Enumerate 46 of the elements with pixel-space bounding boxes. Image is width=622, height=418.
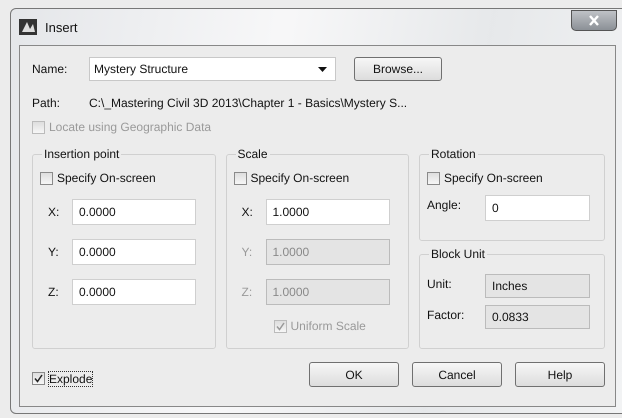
checkbox[interactable] bbox=[427, 172, 440, 184]
caret-icon bbox=[318, 66, 327, 72]
field-label: Y: bbox=[47, 245, 60, 259]
checkbox-label: Locate using Geographic Data bbox=[49, 120, 212, 134]
field-label: Unit: bbox=[427, 276, 453, 291]
name-label: Name: bbox=[32, 62, 68, 76]
input-field[interactable]: 1.0000 bbox=[266, 199, 390, 225]
browse-button[interactable]: Browse... bbox=[354, 57, 442, 81]
window-title: Insert bbox=[45, 20, 78, 34]
input-field[interactable]: 0.0000 bbox=[72, 279, 196, 305]
dialog-button[interactable]: Help bbox=[515, 362, 605, 387]
close-button[interactable] bbox=[571, 10, 617, 31]
input-field[interactable]: 0 bbox=[485, 195, 590, 221]
field-label: Angle: bbox=[427, 197, 462, 212]
check-icon bbox=[274, 320, 286, 332]
name-dropdown[interactable]: Mystery Structure bbox=[89, 57, 336, 81]
path-label: Path: bbox=[32, 96, 62, 110]
checkbox-label: Uniform Scale bbox=[290, 319, 366, 333]
checkbox[interactable] bbox=[234, 172, 246, 184]
dropdown-value: Mystery Structure bbox=[94, 62, 188, 76]
app-icon bbox=[19, 19, 37, 35]
readonly-field: 0.0833 bbox=[485, 305, 590, 329]
group-title: Block Unit bbox=[429, 247, 488, 261]
check-icon bbox=[33, 373, 44, 384]
path-value: C:\_Mastering Civil 3D 2013\Chapter 1 - Basics\Mystery S... bbox=[89, 96, 408, 110]
field-label: Z: bbox=[240, 285, 254, 299]
field-label: Factor: bbox=[427, 307, 466, 322]
dialog-button[interactable]: Cancel bbox=[412, 362, 502, 387]
checkbox-label: Specify On-screen bbox=[444, 171, 543, 185]
input-field[interactable]: 0.0000 bbox=[72, 199, 196, 225]
group-title: Scale bbox=[236, 147, 270, 161]
checkbox[interactable] bbox=[32, 372, 45, 385]
checkbox-label: Specify On-screen bbox=[250, 171, 350, 185]
field-label: Y: bbox=[240, 245, 254, 259]
readonly-field: Inches bbox=[485, 274, 590, 298]
field-label: X: bbox=[47, 205, 60, 219]
group-title: Rotation bbox=[429, 147, 478, 161]
dialog-button[interactable]: OK bbox=[309, 362, 399, 387]
input-field[interactable]: 0.0000 bbox=[72, 239, 196, 265]
field-label: Z: bbox=[47, 285, 60, 299]
close-icon bbox=[588, 15, 600, 26]
field-label: X: bbox=[240, 205, 254, 219]
checkbox-label: Specify On-screen bbox=[57, 171, 156, 185]
checkbox-label: Explode bbox=[49, 372, 92, 386]
group-title: Insertion point bbox=[42, 147, 122, 161]
checkbox[interactable] bbox=[40, 172, 53, 184]
